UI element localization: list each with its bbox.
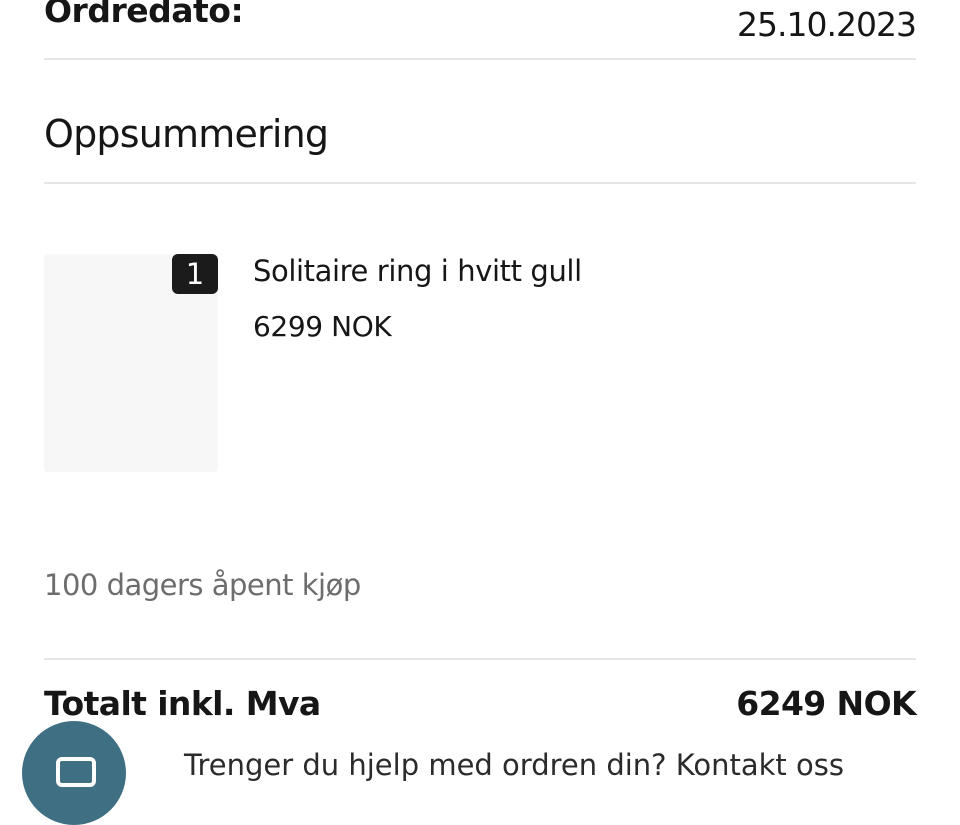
help-text: Trenger du hjelp med ordren din? Kontakt…: [184, 748, 844, 782]
chat-button[interactable]: [22, 721, 126, 825]
quantity-badge: 1: [172, 254, 218, 294]
product-name[interactable]: Solitaire ring i hvitt gull: [253, 254, 582, 288]
order-date-row: Ordredato: 25.10.2023: [44, 0, 917, 44]
divider-summary: [44, 182, 916, 184]
order-item: 1 Solitaire ring i hvitt gull 6299 NOK: [44, 254, 916, 472]
open-purchase-policy: 100 dagers åpent kjøp: [44, 568, 361, 602]
order-date-value: 25.10.2023: [737, 4, 917, 44]
divider-total: [44, 658, 916, 660]
divider-top: [44, 58, 916, 60]
total-label: Totalt inkl. Mva: [44, 684, 321, 723]
summary-title: Oppsummering: [44, 112, 329, 156]
total-value: 6249 NOK: [736, 684, 916, 723]
order-date-label: Ordredato:: [44, 0, 244, 30]
chat-icon: [56, 757, 96, 787]
product-price: 6299 NOK: [253, 310, 392, 343]
total-row: Totalt inkl. Mva 6249 NOK: [44, 684, 917, 723]
